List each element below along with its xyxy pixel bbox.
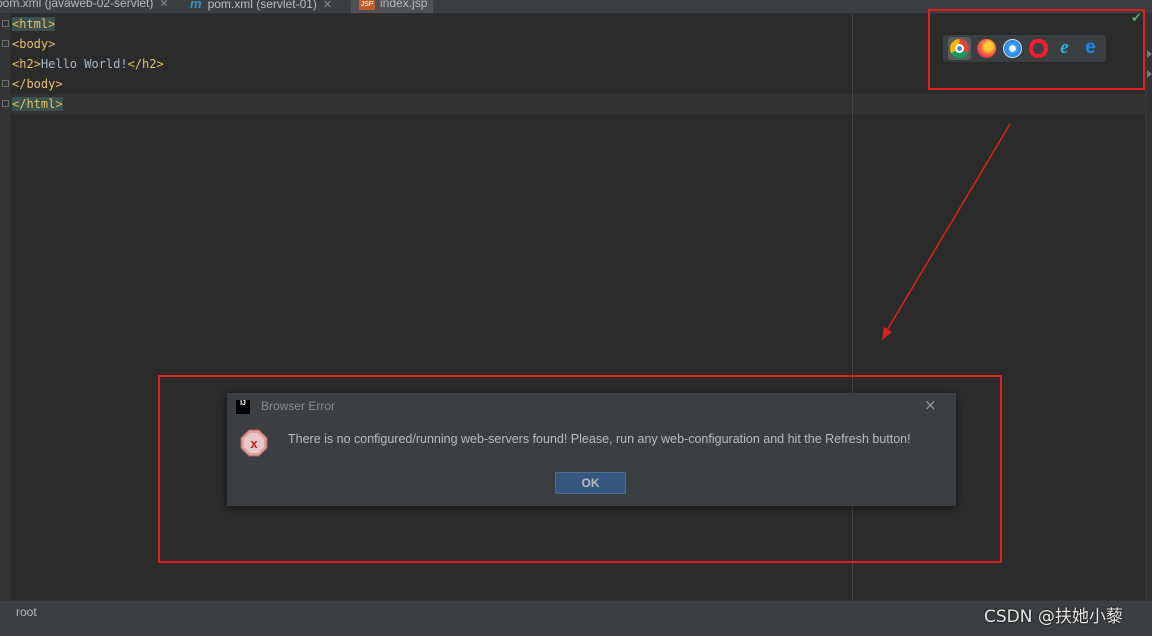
breadcrumb[interactable]: root bbox=[16, 605, 37, 619]
watermark: CSDN @扶她小藜 bbox=[984, 607, 1123, 627]
svg-text:x: x bbox=[250, 436, 258, 451]
close-icon[interactable]: × bbox=[924, 396, 937, 414]
bottom-strip bbox=[0, 625, 1152, 636]
browser-error-dialog: IJ Browser Error × x There is no configu… bbox=[227, 393, 956, 506]
error-message: There is no configured/running web-serve… bbox=[288, 432, 911, 446]
error-icon: x bbox=[240, 429, 268, 457]
status-bar: root bbox=[0, 600, 1152, 625]
ok-button[interactable]: OK bbox=[555, 472, 626, 494]
dialog-title: Browser Error bbox=[261, 399, 336, 413]
intellij-logo-icon: IJ bbox=[236, 400, 250, 414]
